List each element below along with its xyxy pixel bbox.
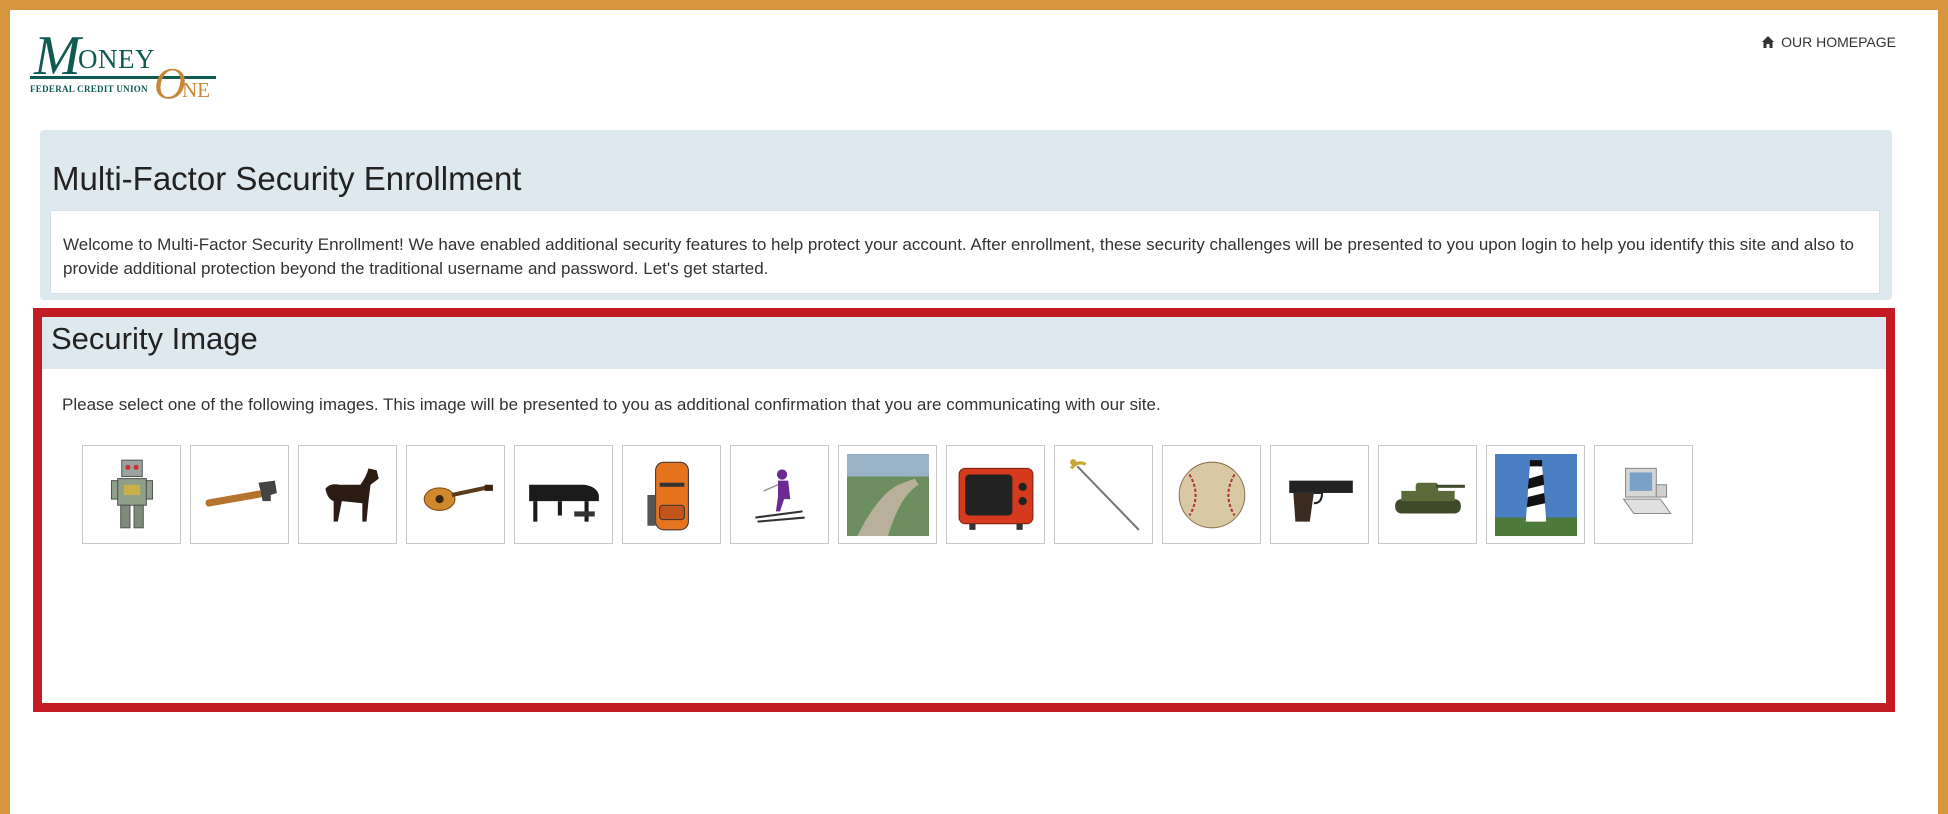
security-image-highlight xyxy=(33,308,1895,712)
home-icon xyxy=(1762,36,1775,48)
logo-letters-ne: NE xyxy=(182,78,210,102)
page-title: Multi-Factor Security Enrollment xyxy=(52,160,522,197)
enrollment-panel: Multi-Factor Security Enrollment Welcome… xyxy=(40,130,1892,300)
logo[interactable]: M ONEY FEDERAL CREDIT UNION O NE xyxy=(26,26,226,108)
welcome-text: Welcome to Multi-Factor Security Enrollm… xyxy=(50,210,1880,294)
home-link-label: OUR HOMEPAGE xyxy=(1781,34,1896,50)
logo-letter-o: O xyxy=(154,59,186,108)
logo-word-oney: ONEY xyxy=(78,44,155,74)
our-homepage-link[interactable]: OUR HOMEPAGE xyxy=(1761,34,1896,50)
logo-subtitle: FEDERAL CREDIT UNION xyxy=(30,84,148,94)
